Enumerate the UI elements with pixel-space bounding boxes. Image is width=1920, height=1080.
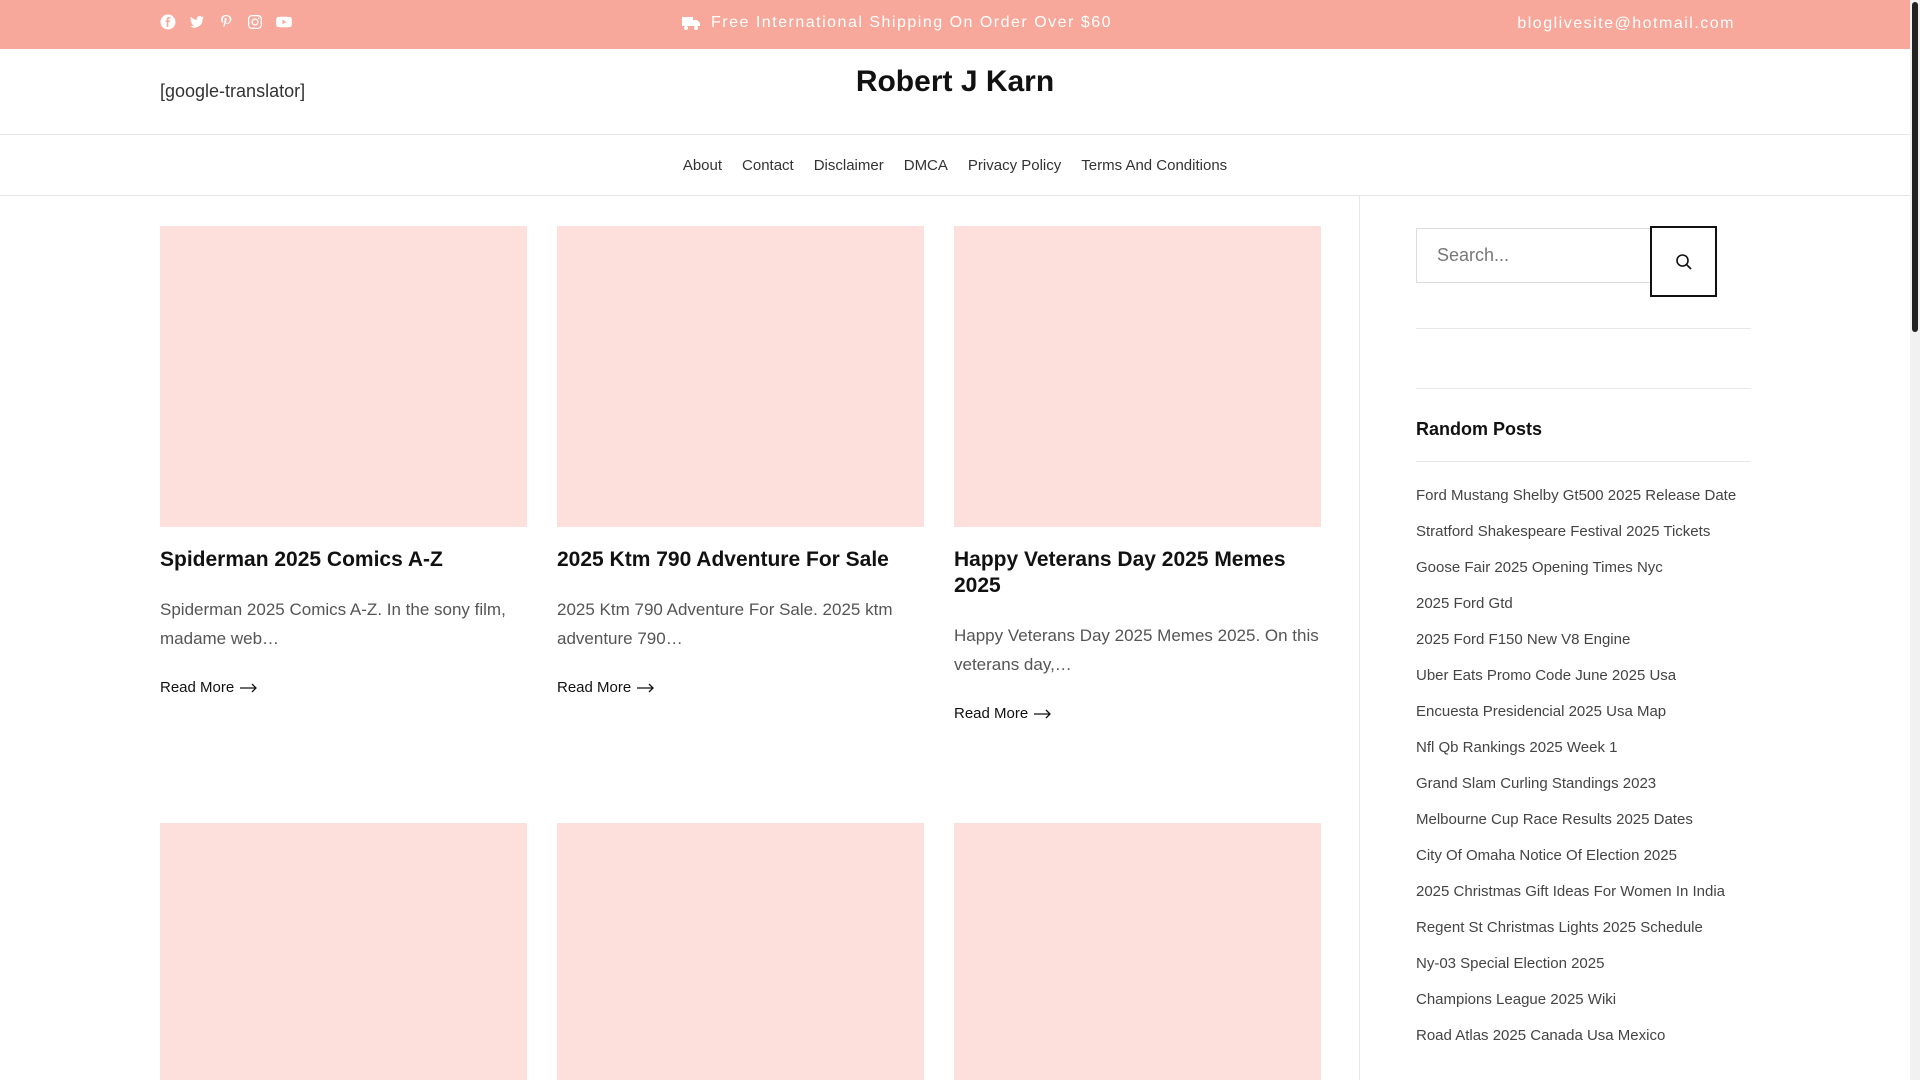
arrow-right-icon (637, 683, 655, 692)
random-post-link[interactable]: Ny-03 Special Election 2025 (1416, 951, 1751, 977)
read-more-link[interactable]: Read More (557, 679, 655, 696)
shipping-notice: Free International Shipping On Order Ove… (681, 14, 1112, 32)
post-excerpt: Happy Veterans Day 2025 Memes 2025. On t… (954, 626, 1319, 674)
post-excerpt: Spiderman 2025 Comics A-Z. In the sony f… (160, 600, 506, 648)
post-title[interactable]: Happy Veterans Day 2025 Memes 2025 (954, 547, 1321, 599)
nav-item-privacy-policy[interactable]: Privacy Policy (968, 157, 1061, 174)
post-card (954, 823, 1321, 1080)
read-more-link[interactable]: Read More (160, 679, 258, 696)
post-excerpt: 2025 Ktm 790 Adventure For Sale. 2025 kt… (557, 600, 893, 648)
post-card (557, 823, 924, 1080)
divider (1416, 388, 1751, 389)
top-bar: Free International Shipping On Order Ove… (0, 0, 1910, 49)
site-title[interactable]: Robert J Karn (0, 65, 1910, 99)
sidebar: Random Posts Ford Mustang Shelby Gt500 2… (1416, 226, 1751, 1044)
random-post-link[interactable]: 2025 Ford Gtd (1416, 591, 1751, 617)
nav-item-contact[interactable]: Contact (742, 157, 794, 174)
random-posts-title: Random Posts (1416, 419, 1543, 439)
random-post-link[interactable]: Stratford Shakespeare Festival 2025 Tick… (1416, 519, 1751, 545)
random-post-link[interactable]: Regent St Christmas Lights 2025 Schedule (1416, 915, 1751, 941)
search-input[interactable] (1416, 228, 1652, 283)
random-post-link[interactable]: Nfl Qb Rankings 2025 Week 1 (1416, 735, 1751, 761)
twitter-icon[interactable] (189, 14, 207, 32)
arrow-right-icon (1034, 709, 1052, 718)
random-post-link[interactable]: Road Atlas 2025 Canada Usa Mexico (1416, 1023, 1751, 1049)
nav-item-disclaimer[interactable]: Disclaimer (814, 157, 884, 174)
post-thumbnail[interactable] (954, 823, 1321, 1080)
nav-item-terms[interactable]: Terms And Conditions (1081, 157, 1227, 174)
page-scrollbar[interactable] (1910, 0, 1920, 1080)
sidebar-divider (1359, 196, 1360, 1080)
search-icon (1675, 253, 1692, 270)
scrollbar-thumb[interactable] (1912, 2, 1918, 332)
divider (1416, 461, 1751, 462)
post-card (160, 823, 527, 1080)
divider (1416, 328, 1751, 329)
instagram-icon[interactable] (247, 14, 265, 32)
site-header: [google-translator] Robert J Karn (0, 49, 1910, 135)
post-card: Spiderman 2025 Comics A-Z Spiderman 2025… (160, 226, 527, 697)
random-post-link[interactable]: Champions League 2025 Wiki (1416, 987, 1751, 1013)
youtube-icon[interactable] (276, 14, 294, 32)
post-thumbnail[interactable] (557, 226, 924, 527)
random-post-link[interactable]: City Of Omaha Notice Of Election 2025 (1416, 843, 1751, 869)
facebook-icon[interactable] (160, 14, 178, 32)
read-more-label: Read More (557, 679, 632, 696)
random-post-link[interactable]: Uber Eats Promo Code June 2025 Usa (1416, 663, 1751, 689)
post-thumbnail[interactable] (160, 226, 527, 527)
post-card: Happy Veterans Day 2025 Memes 2025 Happy… (954, 226, 1321, 723)
post-card: 2025 Ktm 790 Adventure For Sale 2025 Ktm… (557, 226, 924, 697)
arrow-right-icon (240, 683, 258, 692)
main-navigation: About Contact Disclaimer DMCA Privacy Po… (0, 135, 1910, 196)
post-thumbnail[interactable] (954, 226, 1321, 527)
post-thumbnail[interactable] (160, 823, 527, 1080)
random-posts-list: Ford Mustang Shelby Gt500 2025 Release D… (1416, 483, 1751, 1059)
random-post-link[interactable]: Encuesta Presidencial 2025 Usa Map (1416, 699, 1751, 725)
random-post-link[interactable]: Grand Slam Curling Standings 2023 (1416, 771, 1751, 797)
search-button[interactable] (1650, 226, 1717, 297)
random-post-link[interactable]: 2025 Christmas Gift Ideas For Women In I… (1416, 879, 1751, 905)
read-more-label: Read More (954, 705, 1029, 722)
nav-item-about[interactable]: About (683, 157, 722, 174)
shipping-text: Free International Shipping On Order Ove… (711, 14, 1113, 31)
social-links (160, 14, 294, 32)
post-thumbnail[interactable] (557, 823, 924, 1080)
random-post-link[interactable]: Ford Mustang Shelby Gt500 2025 Release D… (1416, 483, 1751, 509)
read-more-link[interactable]: Read More (954, 705, 1052, 722)
search-form (1416, 226, 1751, 298)
pinterest-icon[interactable] (218, 14, 236, 32)
random-post-link[interactable]: Melbourne Cup Race Results 2025 Dates (1416, 807, 1751, 833)
read-more-label: Read More (160, 679, 235, 696)
truck-icon (682, 17, 700, 30)
random-post-link[interactable]: Goose Fair 2025 Opening Times Nyc (1416, 555, 1751, 581)
post-title[interactable]: Spiderman 2025 Comics A-Z (160, 547, 527, 573)
nav-item-dmca[interactable]: DMCA (904, 157, 948, 174)
contact-email[interactable]: bloglivesite@hotmail.com (1517, 15, 1735, 33)
post-title[interactable]: 2025 Ktm 790 Adventure For Sale (557, 547, 924, 573)
random-post-link[interactable]: 2025 Ford F150 New V8 Engine (1416, 627, 1751, 653)
